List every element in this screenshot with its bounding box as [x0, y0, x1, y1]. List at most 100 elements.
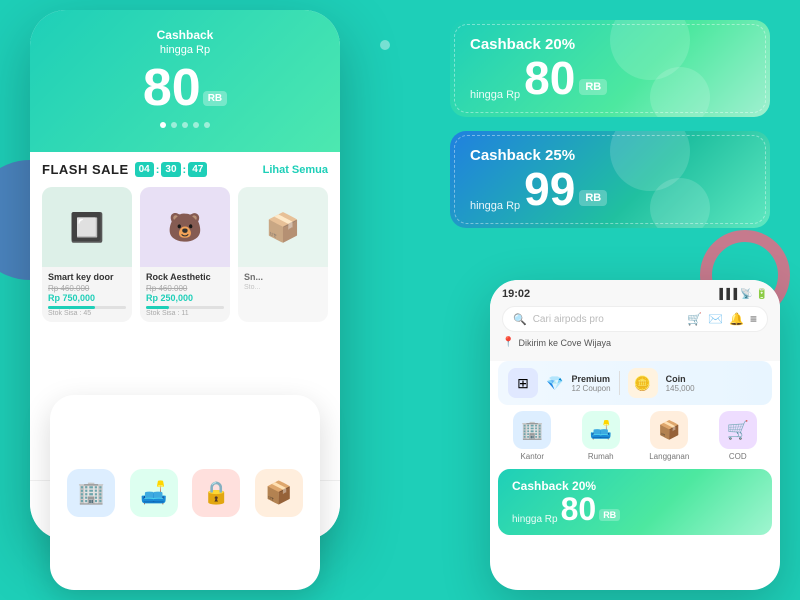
- product-card-1[interactable]: 🔲 Smart key door Rp 460.000 Rp 750,000 S…: [42, 187, 132, 322]
- dot-2: [171, 122, 177, 128]
- flash-sale-row: FLASH SALE 04 : 30 : 47 Lihat Semua: [42, 162, 328, 177]
- timer-seconds: 47: [188, 162, 207, 177]
- cashback-card-2[interactable]: Cashback 25% hingga Rp 99 RB: [450, 131, 770, 228]
- stock-fill-1: [48, 306, 95, 309]
- dashed-border-2: [454, 135, 766, 224]
- dot-5: [204, 122, 210, 128]
- prem-divider: [619, 371, 620, 395]
- product-orig-price-2: Rp 460.000: [146, 284, 224, 293]
- stock-label-1: Stok Sisa : 45: [48, 310, 126, 317]
- coin-label: Coin: [666, 374, 695, 384]
- mini-icon-row: 🏢 Kantor 🛋️ Rumah 📦 Langganan 🛒 COD: [490, 411, 780, 461]
- mail-icon[interactable]: ✉️: [708, 312, 723, 326]
- product-price-1: Rp 750,000: [48, 293, 126, 303]
- flash-sale-timer: 04 : 30 : 47: [135, 162, 208, 177]
- wifi-icon: 📡: [740, 289, 752, 300]
- product-img-2: 🐻: [140, 187, 230, 267]
- grid-icon-sofa: 🛋️: [130, 469, 178, 517]
- premium-label: Premium: [571, 374, 610, 384]
- product-card-2[interactable]: 🐻 Rock Aesthetic Rp 460.000 Rp 250,000 S…: [140, 187, 230, 322]
- grid-item-lock[interactable]: 🔒: [185, 469, 248, 517]
- mini-label-cod: COD: [729, 452, 747, 461]
- premium-info: Premium 12 Coupon: [571, 374, 610, 393]
- battery-icon: 🔋: [756, 289, 768, 300]
- stock-bar-1: [48, 306, 126, 309]
- dot-3: [182, 122, 188, 128]
- coin-icon-box: 🪙: [628, 368, 658, 398]
- signal-icon: ▐▐▐: [716, 289, 737, 300]
- prem-grid-icon: ⊞: [508, 368, 538, 398]
- timer-minutes: 30: [161, 162, 180, 177]
- status-icons: ▐▐▐ 📡 🔋: [716, 289, 768, 300]
- mini-icon-rumah: 🛋️: [582, 411, 620, 449]
- grid-item-sofa[interactable]: 🛋️: [123, 469, 186, 517]
- phone-right-banner: Cashback 20% hingga Rp 80 RB: [498, 469, 772, 535]
- product-orig-price-1: Rp 460.000: [48, 284, 126, 293]
- bg-dot-1: [380, 40, 390, 50]
- menu-icon[interactable]: ≡: [750, 312, 757, 326]
- rb-badge: RB: [203, 91, 227, 106]
- search-placeholder: Cari airpods pro: [533, 314, 681, 325]
- mini-item-cod[interactable]: 🛒 COD: [704, 411, 773, 461]
- mini-item-langganan[interactable]: 📦 Langganan: [635, 411, 704, 461]
- flash-sale-label: FLASH SALE: [42, 162, 129, 177]
- product-card-3[interactable]: 📦 Sn... Sto...: [238, 187, 328, 322]
- product-img-3: 📦: [238, 187, 328, 267]
- dot-4: [193, 122, 199, 128]
- delivery-text: Dikirim ke Cove Wijaya: [518, 338, 611, 348]
- hingga-text: hingga Rp: [46, 44, 324, 56]
- pr-banner-title: Cashback 20%: [512, 479, 758, 493]
- lihat-semua-link[interactable]: Lihat Semua: [263, 164, 328, 176]
- stock-label-2: Stok Sisa : 11: [146, 310, 224, 317]
- location-icon: 📍: [502, 337, 514, 348]
- grid-item-kantor[interactable]: 🏢: [60, 469, 123, 517]
- phone-left-body: FLASH SALE 04 : 30 : 47 Lihat Semua 🔲 Sm…: [30, 152, 340, 332]
- cashback-cards-container: Cashback 20% hingga Rp 80 RB Cashback 25…: [450, 20, 770, 228]
- bell-icon[interactable]: 🔔: [729, 312, 744, 326]
- grid-item-box[interactable]: 📦: [248, 469, 311, 517]
- search-icon: 🔍: [513, 313, 527, 326]
- coin-value: 145,000: [666, 384, 695, 393]
- status-bar: 19:02 ▐▐▐ 📡 🔋: [502, 288, 768, 300]
- icon-grid-panel: 🏢 🛋️ 🔒 📦: [50, 395, 320, 590]
- cashback-label: Cashback: [157, 28, 214, 42]
- coin-info: Coin 145,000: [666, 374, 695, 393]
- product-name-3: Sn...: [244, 272, 322, 282]
- product-row: 🔲 Smart key door Rp 460.000 Rp 750,000 S…: [42, 187, 328, 322]
- product-name-2: Rock Aesthetic: [146, 272, 224, 282]
- cart-icon[interactable]: 🛒: [687, 312, 702, 326]
- cashback-amount: 80: [143, 62, 201, 114]
- status-time: 19:02: [502, 288, 530, 300]
- delivery-row: 📍 Dikirim ke Cove Wijaya: [502, 337, 768, 348]
- dot-1: [160, 122, 166, 128]
- timer-hours: 04: [135, 162, 154, 177]
- premium-strip[interactable]: ⊞ 💎 Premium 12 Coupon 🪙 Coin 145,000: [498, 361, 772, 405]
- stock-label-3: Sto...: [244, 284, 322, 291]
- amount-row: 80 RB: [46, 62, 324, 114]
- grid-icon-kantor: 🏢: [67, 469, 115, 517]
- search-bar[interactable]: 🔍 Cari airpods pro 🛒 ✉️ 🔔 ≡: [502, 306, 768, 332]
- mini-icon-kantor: 🏢: [513, 411, 551, 449]
- product-info-2: Rock Aesthetic Rp 460.000 Rp 250,000 Sto…: [140, 267, 230, 322]
- carousel-dots: [46, 122, 324, 128]
- pr-banner-sub: hingga Rp: [512, 514, 558, 525]
- product-price-2: Rp 250,000: [146, 293, 224, 303]
- phone-left-header: Cashback hingga Rp 80 RB: [30, 10, 340, 152]
- cashback-card-1[interactable]: Cashback 20% hingga Rp 80 RB: [450, 20, 770, 117]
- coupon-count: 12 Coupon: [571, 384, 610, 393]
- mini-item-kantor[interactable]: 🏢 Kantor: [498, 411, 567, 461]
- product-info-1: Smart key door Rp 460.000 Rp 750,000 Sto…: [42, 267, 132, 322]
- mini-label-kantor: Kantor: [520, 452, 544, 461]
- grid-icon-box: 📦: [255, 469, 303, 517]
- mini-item-rumah[interactable]: 🛋️ Rumah: [567, 411, 636, 461]
- pr-banner-amount-row: hingga Rp 80 RB: [512, 493, 758, 525]
- mini-label-rumah: Rumah: [588, 452, 614, 461]
- phone-right-top: 19:02 ▐▐▐ 📡 🔋 🔍 Cari airpods pro 🛒 ✉️ 🔔 …: [490, 280, 780, 361]
- gem-icon: 💎: [546, 375, 563, 392]
- product-name-1: Smart key door: [48, 272, 126, 282]
- phone-right: 19:02 ▐▐▐ 📡 🔋 🔍 Cari airpods pro 🛒 ✉️ 🔔 …: [490, 280, 780, 590]
- search-action-icons: 🛒 ✉️ 🔔 ≡: [687, 312, 757, 326]
- stock-fill-2: [146, 306, 169, 309]
- dashed-border-1: [454, 24, 766, 113]
- mini-icon-langganan: 📦: [650, 411, 688, 449]
